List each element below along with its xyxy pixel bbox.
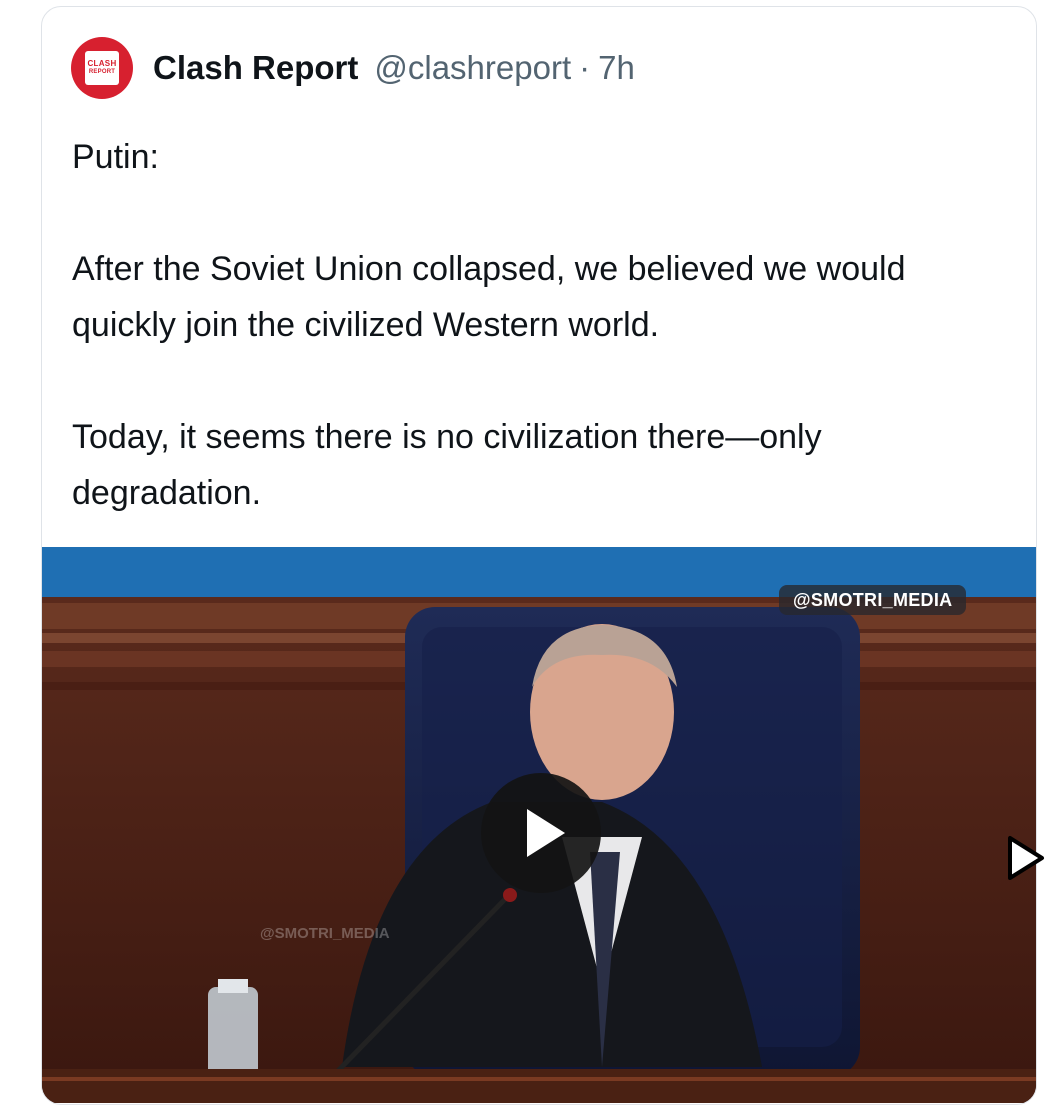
separator-dot: · <box>579 49 591 86</box>
avatar-line1: CLASH <box>87 59 117 68</box>
cursor-arrow-icon[interactable] <box>1004 834 1046 884</box>
tweet-header: CLASH REPORT Clash Report @clashreport ·… <box>71 36 635 100</box>
play-button[interactable] <box>481 773 601 893</box>
avatar[interactable]: CLASH REPORT <box>71 37 133 99</box>
play-icon <box>527 809 565 857</box>
tweet-card[interactable]: CLASH REPORT Clash Report @clashreport ·… <box>41 6 1037 1105</box>
video-player[interactable]: @SMOTRI_MEDIA @SMOTRI_MEDIA <box>42 547 1036 1103</box>
tweet-paragraph-1: Putin: <box>72 138 159 176</box>
watermark-badge: @SMOTRI_MEDIA <box>779 585 967 615</box>
tweet-paragraph-2: After the Soviet Union collapsed, we bel… <box>72 250 906 344</box>
avatar-line2: REPORT <box>88 69 116 75</box>
author-name[interactable]: Clash Report <box>153 49 358 87</box>
tweet-text: Putin: After the Soviet Union collapsed,… <box>72 129 1012 521</box>
watermark-faint: @SMOTRI_MEDIA <box>260 925 390 942</box>
tweet-paragraph-3: Today, it seems there is no civilization… <box>72 418 822 512</box>
author-handle[interactable]: @clashreport <box>374 49 571 87</box>
clash-report-logo: CLASH REPORT <box>85 51 119 85</box>
post-time[interactable]: 7h <box>598 49 635 87</box>
